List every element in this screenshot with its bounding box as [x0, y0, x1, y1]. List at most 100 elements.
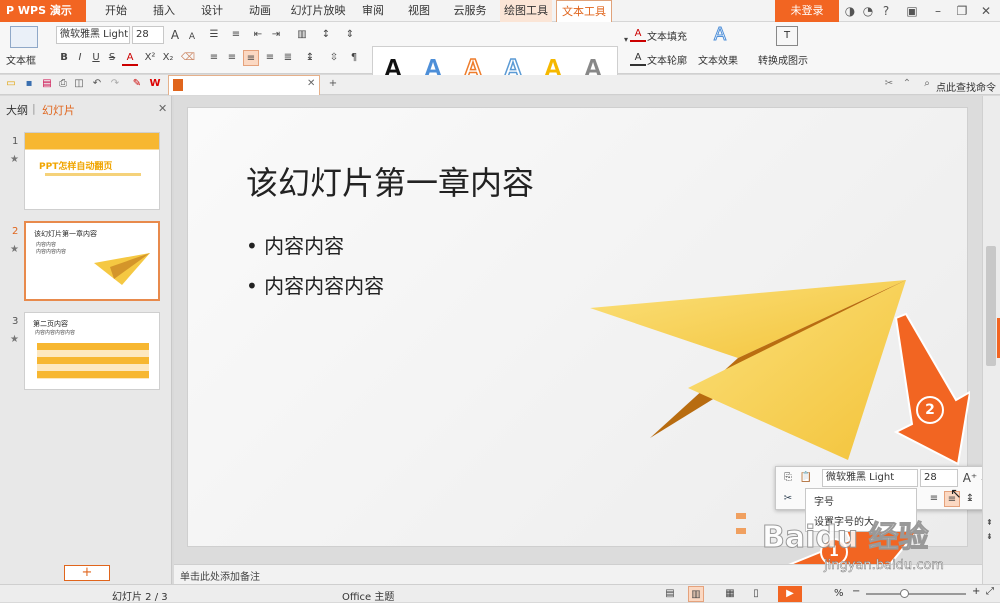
line-spacing-icon[interactable]: ↨ — [302, 50, 318, 66]
command-search-input[interactable]: 点此查找命令 — [936, 79, 996, 94]
tool-icon[interactable]: ✂ — [882, 77, 896, 91]
text-fill-button[interactable]: 文本填充 — [647, 28, 687, 43]
justify-icon[interactable]: ≡ — [262, 50, 278, 66]
sorter-view-icon[interactable]: ▦ — [722, 586, 738, 602]
font-name-select[interactable]: 微软雅黑 Light — [56, 26, 130, 44]
export-pdf-icon[interactable]: ▤ — [40, 77, 54, 91]
clear-format-icon[interactable]: ⌫ — [180, 50, 196, 66]
window-layout-icon[interactable]: ▣ — [904, 3, 920, 19]
font-shrink-icon[interactable]: A — [184, 29, 200, 45]
tab-design[interactable]: 设计 — [196, 0, 228, 22]
copy-icon[interactable]: ⎘ — [780, 470, 796, 486]
normal-view-icon[interactable]: ▥ — [688, 586, 704, 602]
close-panel-icon[interactable]: ✕ — [158, 102, 167, 115]
tab-animation[interactable]: 动画 — [244, 0, 276, 22]
indent-decrease-icon[interactable]: ⇤ — [250, 27, 266, 43]
minimize-icon[interactable]: – — [930, 3, 946, 19]
undo-icon[interactable]: ↶ — [90, 77, 104, 91]
document-tab[interactable]: ✕ — [168, 75, 320, 95]
tab-insert[interactable]: 插入 — [148, 0, 180, 22]
next-slide-icon[interactable]: ⇟ — [986, 532, 993, 541]
align-center-icon[interactable]: ≡ — [224, 50, 240, 66]
tab-slides[interactable]: 幻灯片 — [42, 102, 75, 118]
slide-bullet[interactable]: • 内容内容内容 — [246, 270, 384, 299]
thumb-number: 2 — [12, 226, 19, 237]
indent-increase-icon[interactable]: ⇥ — [268, 27, 284, 43]
login-button[interactable]: 未登录 — [775, 0, 839, 22]
slide-title[interactable]: 该幻灯片第一章内容 — [246, 158, 534, 204]
feedback-icon[interactable]: ◔ — [860, 3, 876, 19]
print-preview-icon[interactable]: ◫ — [72, 77, 86, 91]
add-slide-button[interactable]: + — [64, 565, 110, 581]
slide-thumbnail-3[interactable]: 第二页内容 内容内容内容内容 — [24, 312, 160, 390]
print-icon[interactable]: ⎙ — [56, 77, 70, 91]
strikethrough-icon[interactable]: S — [104, 50, 120, 66]
columns-icon[interactable]: ▥ — [294, 27, 310, 43]
skin-icon[interactable]: ◑ — [842, 3, 858, 19]
underline-icon[interactable]: U — [88, 50, 104, 66]
tab-view[interactable]: 视图 — [404, 0, 434, 22]
float-font-name-select[interactable]: 微软雅黑 Light — [822, 469, 918, 487]
float-font-grow-icon[interactable]: A⁺ — [962, 470, 978, 486]
maximize-icon[interactable]: ❐ — [954, 3, 970, 19]
save-icon[interactable]: ▪ — [22, 77, 36, 91]
tab-drawing-tools[interactable]: 绘图工具 — [500, 0, 552, 22]
bullet-list-icon[interactable]: ☰ — [206, 27, 222, 43]
float-align-center-icon[interactable]: ≡ — [926, 491, 942, 507]
play-slideshow-button[interactable]: ▶ — [778, 586, 802, 602]
text-effect-button[interactable]: 文本效果 — [698, 52, 738, 67]
align-left-icon[interactable]: ≡ — [206, 50, 222, 66]
redo-icon[interactable]: ↷ — [108, 77, 122, 91]
superscript-icon[interactable]: X² — [142, 50, 158, 66]
slide-thumbnail-2[interactable]: 该幻灯片第一章内容 内容内容 内容内容内容 — [24, 221, 160, 301]
align-right-icon[interactable]: ≡ — [243, 50, 259, 66]
tab-cloud[interactable]: 云服务 — [450, 0, 490, 22]
zoom-out-icon[interactable]: − — [852, 586, 860, 597]
reading-view-icon[interactable]: ▯ — [748, 586, 764, 602]
vertical-scrollbar[interactable]: ⇞ ⇟ — [982, 96, 1000, 584]
open-icon[interactable]: ▭ — [4, 77, 18, 91]
cut-icon[interactable]: ✂ — [780, 491, 796, 507]
zoom-in-icon[interactable]: + — [972, 586, 980, 597]
float-font-size-select[interactable]: 28 — [920, 469, 958, 487]
scroll-thumb[interactable] — [986, 246, 996, 366]
tab-review[interactable]: 审阅 — [358, 0, 388, 22]
bold-icon[interactable]: B — [56, 50, 72, 66]
font-size-select[interactable]: 28 — [132, 26, 164, 44]
align-text-icon[interactable]: ⇕ — [342, 27, 358, 43]
slide-thumbnail-1[interactable]: PPT怎样自动翻页 — [24, 132, 160, 210]
wps-w-icon[interactable]: W — [148, 77, 162, 91]
tab-home[interactable]: 开始 — [100, 0, 132, 22]
collapse-ribbon-icon[interactable]: ⌃ — [900, 77, 914, 91]
numbered-list-icon[interactable]: ≡ — [228, 27, 244, 43]
format-painter-icon[interactable]: ✎ — [130, 77, 144, 91]
font-color-icon[interactable]: A — [122, 50, 138, 66]
paragraph-settings-icon[interactable]: ¶ — [346, 50, 362, 66]
app-menu-button[interactable]: P WPS 演示 — [0, 0, 86, 22]
distribute-icon[interactable]: ≣ — [280, 50, 296, 66]
close-tab-icon[interactable]: ✕ — [307, 78, 315, 89]
slide-bullet[interactable]: • 内容内容 — [246, 230, 344, 259]
text-direction-icon[interactable]: ↕ — [318, 27, 334, 43]
paragraph-spacing-icon[interactable]: ⇳ — [326, 50, 342, 66]
new-tab-icon[interactable]: + — [326, 77, 340, 91]
convert-smartart-button[interactable]: 转换成图示 — [758, 52, 808, 67]
help-icon[interactable]: ? — [878, 3, 894, 19]
float-line-spacing-icon[interactable]: ↨ — [962, 491, 978, 507]
text-outline-button[interactable]: 文本轮廓 — [647, 52, 687, 67]
subscript-icon[interactable]: X₂ — [160, 50, 176, 66]
notes-toggle-icon[interactable]: ▤ — [662, 586, 678, 602]
fit-window-icon[interactable]: ⤢ — [986, 586, 994, 597]
tab-text-tools[interactable]: 文本工具 — [556, 0, 612, 22]
font-grow-icon[interactable]: A — [167, 27, 183, 43]
textbox-button[interactable]: 文本框 — [6, 52, 36, 67]
paste-icon[interactable]: 📋 — [798, 470, 814, 486]
tab-outline[interactable]: 大纲 — [6, 102, 28, 118]
tab-slideshow[interactable]: 幻灯片放映 — [290, 0, 346, 22]
zoom-slider[interactable] — [866, 593, 966, 595]
textbox-icon[interactable] — [10, 26, 38, 48]
close-icon[interactable]: ✕ — [978, 3, 994, 19]
italic-icon[interactable]: I — [72, 50, 88, 66]
zoom-slider-thumb[interactable] — [900, 589, 909, 598]
prev-slide-icon[interactable]: ⇞ — [986, 518, 993, 527]
